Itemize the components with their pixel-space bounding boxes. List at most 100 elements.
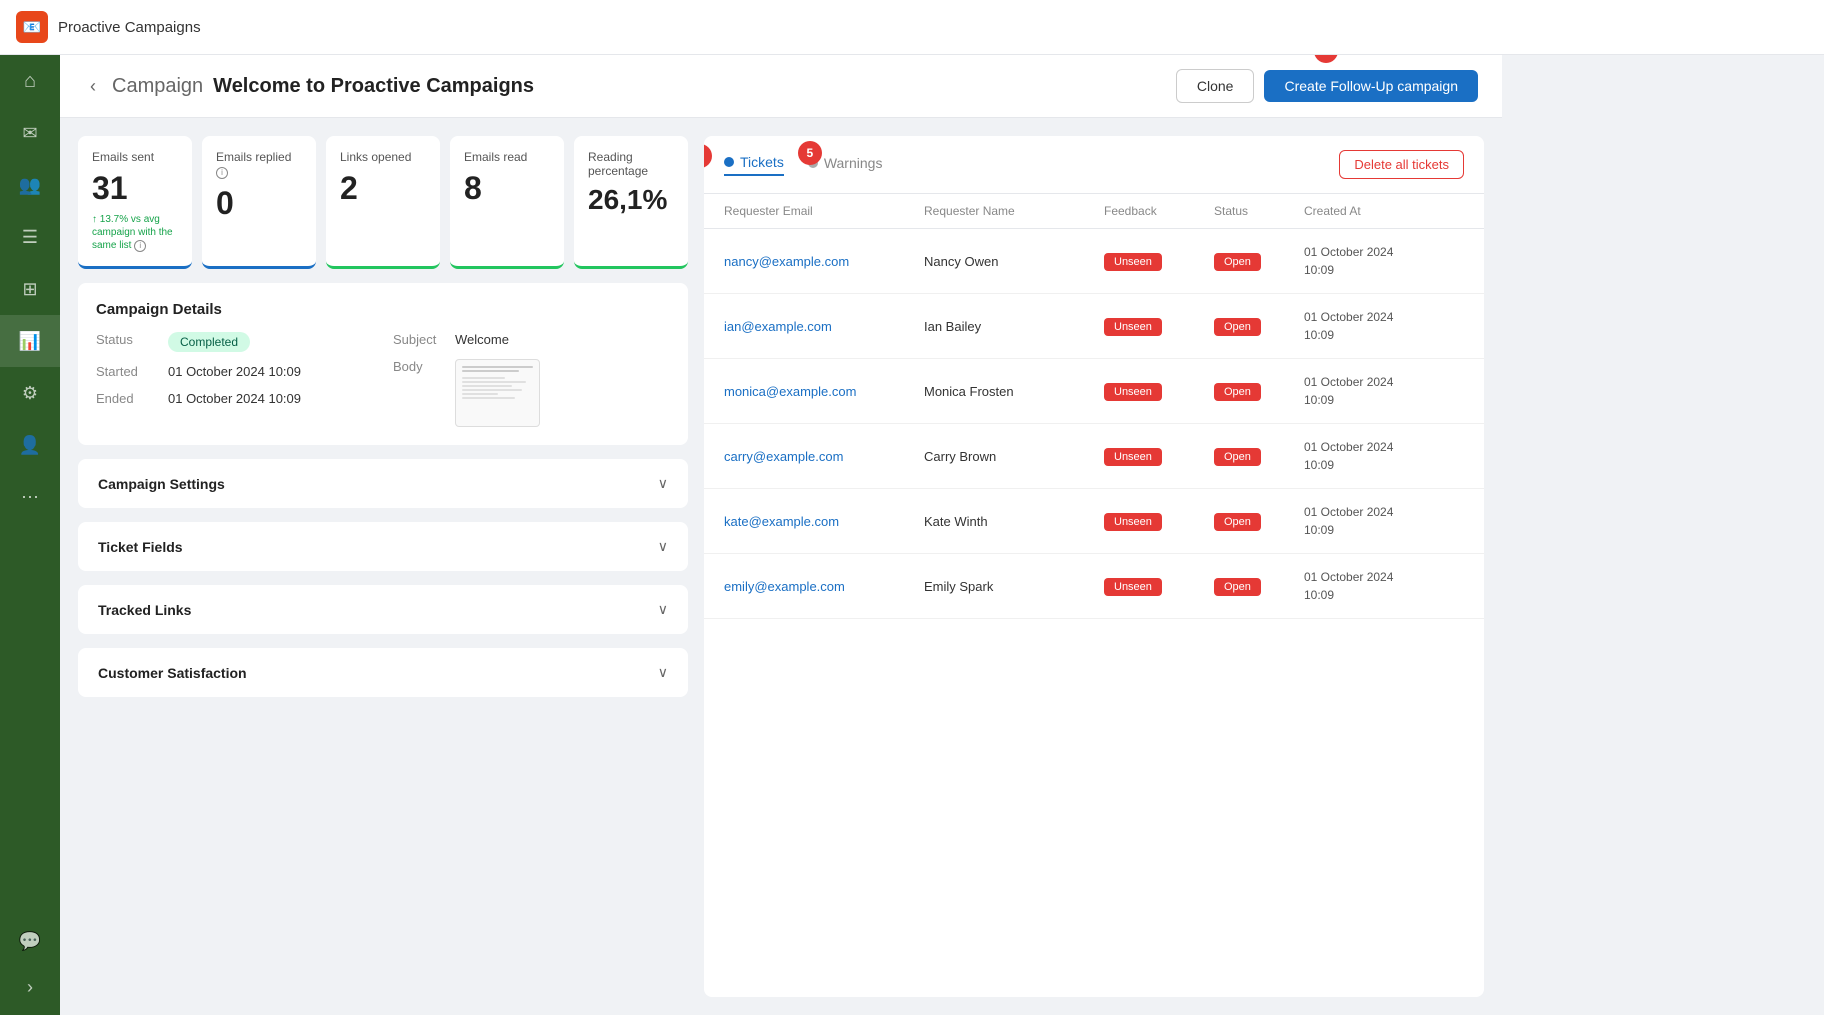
stat-card-emails-read: Emails read 8 bbox=[450, 136, 564, 269]
td-created-at: 01 October 202410:09 bbox=[1304, 503, 1464, 539]
td-created-at: 01 October 202410:09 bbox=[1304, 308, 1464, 344]
accordion-tracked-links[interactable]: 2 Tracked Links ∨ bbox=[78, 585, 688, 634]
campaign-details-title: Campaign Details bbox=[96, 301, 670, 318]
sidebar: ⌂ ✉ 👥 ☰ ⊞ 📊 ⚙ 👤 ⋯ 💬 › bbox=[0, 55, 60, 1015]
table-header: Requester Email Requester Name Feedback … bbox=[704, 194, 1484, 229]
table-row[interactable]: carry@example.com Carry Brown Unseen Ope… bbox=[704, 424, 1484, 489]
table-row[interactable]: monica@example.com Monica Frosten Unseen… bbox=[704, 359, 1484, 424]
sidebar-collapse-button[interactable]: › bbox=[0, 967, 60, 1007]
td-name: Emily Spark bbox=[924, 579, 1104, 594]
stat-label-links-opened: Links opened bbox=[340, 150, 426, 164]
td-status-badge: Open bbox=[1214, 317, 1304, 336]
tickets-tab-dot bbox=[724, 157, 734, 167]
tab-tickets[interactable]: Tickets bbox=[724, 154, 784, 176]
stat-value-emails-sent: 31 bbox=[92, 170, 178, 207]
table-row[interactable]: ian@example.com Ian Bailey Unseen Open 0… bbox=[704, 294, 1484, 359]
td-status-badge: Open bbox=[1214, 382, 1304, 401]
accordion-label-ticket-fields: Ticket Fields bbox=[98, 539, 183, 555]
td-created-at: 01 October 202410:09 bbox=[1304, 438, 1464, 474]
stat-label-emails-replied: Emails replied i bbox=[216, 150, 302, 179]
stat-card-links-opened: Links opened 2 bbox=[326, 136, 440, 269]
chevron-down-icon-ticket-fields: ∨ bbox=[658, 538, 668, 555]
td-name: Ian Bailey bbox=[924, 319, 1104, 334]
accordion-campaign-settings[interactable]: Campaign Settings ∨ bbox=[78, 459, 688, 508]
td-email[interactable]: ian@example.com bbox=[724, 319, 924, 334]
accordion-ticket-fields[interactable]: Ticket Fields ∨ bbox=[78, 522, 688, 571]
td-email[interactable]: emily@example.com bbox=[724, 579, 924, 594]
warnings-tab-label: Warnings bbox=[824, 155, 883, 171]
campaign-details-card: Campaign Details Status Completed Starte… bbox=[78, 283, 688, 445]
sidebar-item-users[interactable]: 👤 bbox=[0, 419, 60, 471]
td-feedback-badge: Unseen bbox=[1104, 252, 1214, 271]
subject-label: Subject bbox=[393, 332, 443, 347]
status-badge: Completed bbox=[168, 332, 250, 352]
sidebar-item-chat[interactable]: 💬 bbox=[0, 915, 60, 967]
td-email[interactable]: carry@example.com bbox=[724, 449, 924, 464]
th-requester-email: Requester Email bbox=[724, 204, 924, 218]
topbar-logo: 📧 bbox=[16, 11, 48, 43]
sidebar-item-apps[interactable]: ⋯ bbox=[0, 471, 60, 523]
stat-sub-emails-sent: ↑ 13.7% vs avg campaign with the same li… bbox=[92, 213, 178, 252]
td-name: Monica Frosten bbox=[924, 384, 1104, 399]
td-name: Nancy Owen bbox=[924, 254, 1104, 269]
td-feedback-badge: Unseen bbox=[1104, 317, 1214, 336]
annotation-5: 5 bbox=[798, 141, 822, 165]
td-email[interactable]: monica@example.com bbox=[724, 384, 924, 399]
started-value: 01 October 2024 10:09 bbox=[168, 364, 301, 379]
td-name: Carry Brown bbox=[924, 449, 1104, 464]
chevron-down-icon-campaign-settings: ∨ bbox=[658, 475, 668, 492]
td-email[interactable]: kate@example.com bbox=[724, 514, 924, 529]
td-status-badge: Open bbox=[1214, 577, 1304, 596]
sidebar-item-email[interactable]: ✉ bbox=[0, 107, 60, 159]
ended-label: Ended bbox=[96, 391, 156, 406]
stat-label-emails-sent: Emails sent bbox=[92, 150, 178, 164]
sidebar-item-add-widget[interactable]: ⊞ bbox=[0, 263, 60, 315]
sidebar-item-settings[interactable]: ⚙ bbox=[0, 367, 60, 419]
sidebar-item-contacts[interactable]: 👥 bbox=[0, 159, 60, 211]
td-created-at: 01 October 202410:09 bbox=[1304, 568, 1464, 604]
td-feedback-badge: Unseen bbox=[1104, 382, 1214, 401]
td-name: Kate Winth bbox=[924, 514, 1104, 529]
accordion-customer-satisfaction[interactable]: 3 Customer Satisfaction ∨ bbox=[78, 648, 688, 697]
stat-value-reading-pct: 26,1% bbox=[588, 184, 674, 216]
sidebar-item-chart[interactable]: 📊 bbox=[0, 315, 60, 367]
body-label: Body bbox=[393, 359, 443, 374]
table-row[interactable]: nancy@example.com Nancy Owen Unseen Open… bbox=[704, 229, 1484, 294]
td-feedback-badge: Unseen bbox=[1104, 577, 1214, 596]
body-preview[interactable] bbox=[455, 359, 540, 427]
th-feedback: Feedback bbox=[1104, 204, 1214, 218]
clone-button[interactable]: Clone bbox=[1176, 69, 1255, 103]
td-feedback-badge: Unseen bbox=[1104, 447, 1214, 466]
stat-card-reading-pct: Reading percentage 26,1% bbox=[574, 136, 688, 269]
started-label: Started bbox=[96, 364, 156, 379]
accordion-label-customer-satisfaction: Customer Satisfaction bbox=[98, 665, 247, 681]
stat-card-emails-sent: 1 Emails sent 31 ↑ 13.7% vs avg campaign… bbox=[78, 136, 192, 269]
stat-value-emails-replied: 0 bbox=[216, 185, 302, 222]
td-status-badge: Open bbox=[1214, 252, 1304, 271]
create-followup-button[interactable]: Create Follow-Up campaign bbox=[1264, 70, 1478, 102]
table-row[interactable]: kate@example.com Kate Winth Unseen Open … bbox=[704, 489, 1484, 554]
status-label: Status bbox=[96, 332, 156, 347]
td-created-at: 01 October 202410:09 bbox=[1304, 243, 1464, 279]
tab-warnings[interactable]: 5 Warnings bbox=[808, 155, 883, 175]
chevron-down-icon-tracked-links: ∨ bbox=[658, 601, 668, 618]
accordion-label-tracked-links: Tracked Links bbox=[98, 602, 191, 618]
th-requester-name: Requester Name bbox=[924, 204, 1104, 218]
back-button[interactable]: ‹ bbox=[84, 76, 102, 97]
table-row[interactable]: emily@example.com Emily Spark Unseen Ope… bbox=[704, 554, 1484, 619]
page-header: ‹ Campaign Welcome to Proactive Campaign… bbox=[60, 55, 1502, 118]
accordion-label-campaign-settings: Campaign Settings bbox=[98, 476, 225, 492]
sidebar-item-tasks[interactable]: ☰ bbox=[0, 211, 60, 263]
ended-value: 01 October 2024 10:09 bbox=[168, 391, 301, 406]
delete-all-tickets-button[interactable]: Delete all tickets bbox=[1339, 150, 1464, 179]
td-email[interactable]: nancy@example.com bbox=[724, 254, 924, 269]
stat-label-reading-pct: Reading percentage bbox=[588, 150, 674, 178]
td-created-at: 01 October 202410:09 bbox=[1304, 373, 1464, 409]
breadcrumb-prefix: Campaign bbox=[112, 75, 203, 98]
sidebar-item-home[interactable]: ⌂ bbox=[0, 55, 60, 107]
stat-value-emails-read: 8 bbox=[464, 170, 550, 207]
page-title: Welcome to Proactive Campaigns bbox=[213, 75, 534, 98]
th-created-at: Created At bbox=[1304, 204, 1464, 218]
annotation-6: 6 bbox=[1314, 55, 1338, 63]
tickets-tab-label: Tickets bbox=[740, 154, 784, 170]
